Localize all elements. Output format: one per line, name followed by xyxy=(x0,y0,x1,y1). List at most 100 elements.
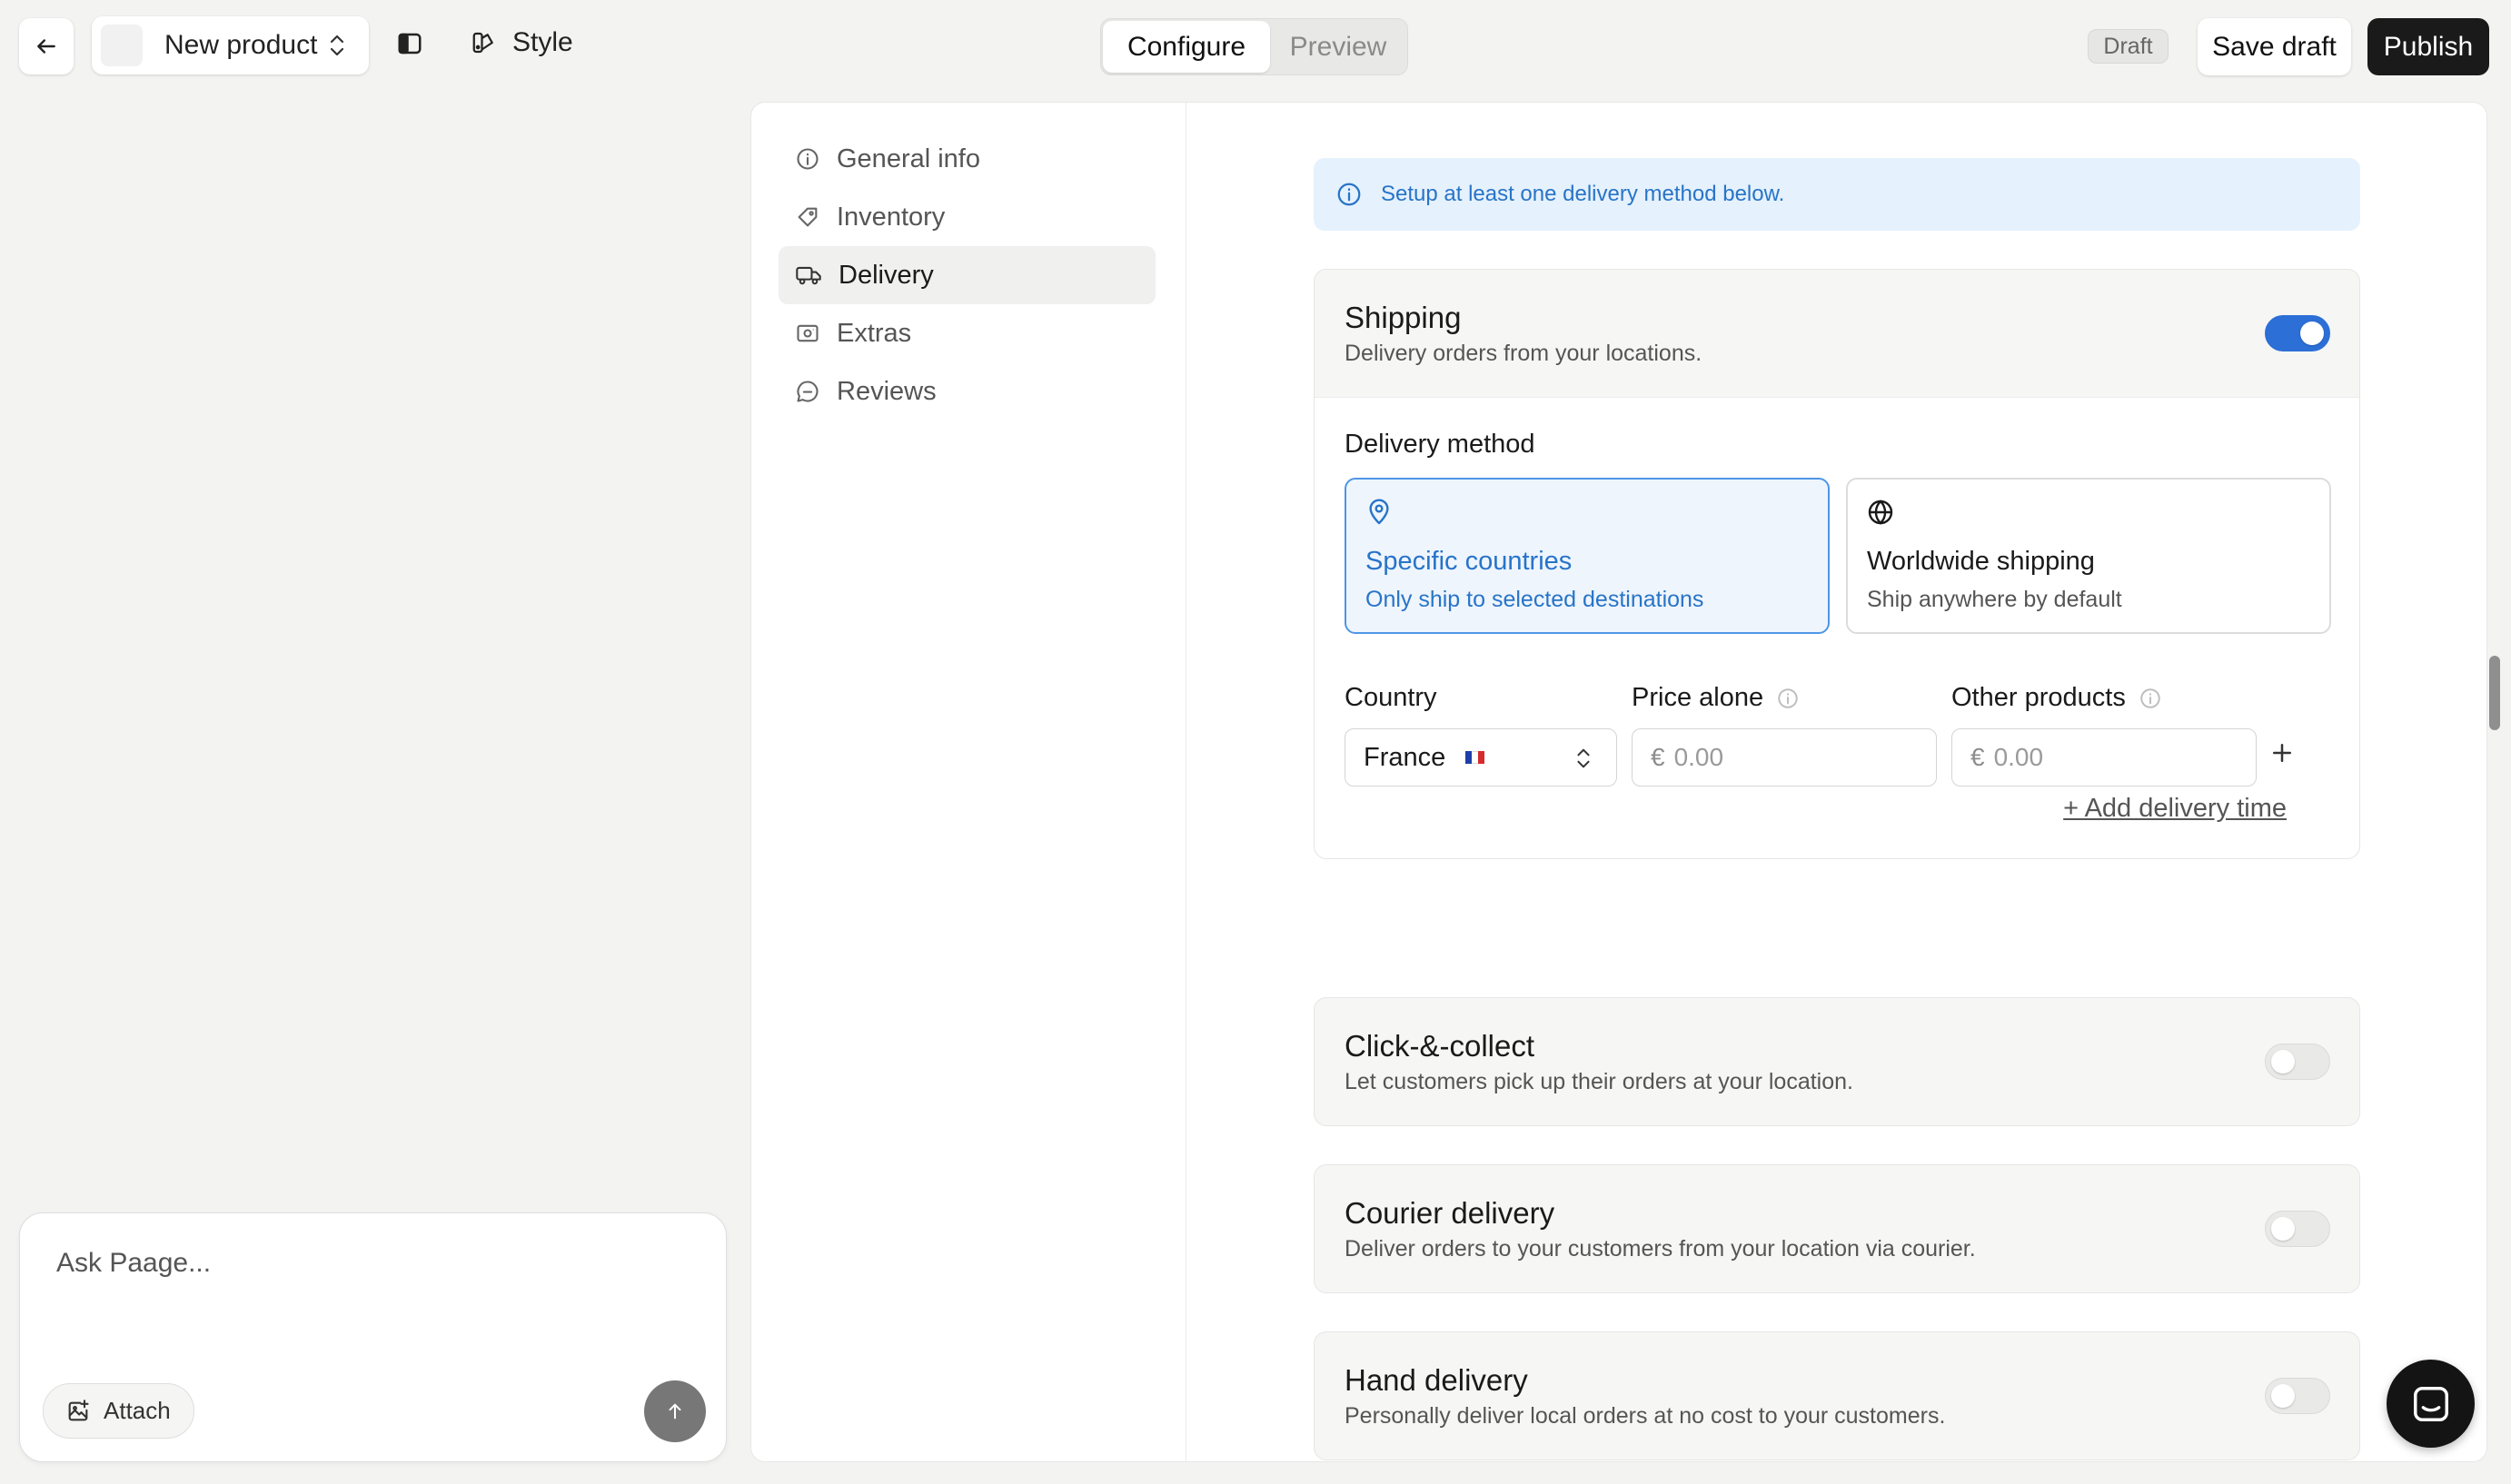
tag-icon xyxy=(798,207,818,227)
chevron-up-down-icon xyxy=(1577,748,1590,768)
method-subtitle: Deliver orders to your customers from yo… xyxy=(1345,1236,1976,1261)
arrow-left-icon xyxy=(37,39,55,54)
courier-delivery-card: Courier delivery Deliver orders to your … xyxy=(1314,1164,2360,1293)
style-label: Style xyxy=(512,27,573,57)
other-products-label: Other products xyxy=(1951,683,2126,712)
hand-delivery-header: Hand delivery Personally deliver local o… xyxy=(1315,1332,2359,1459)
style-button[interactable]: Style xyxy=(471,27,573,58)
chat-bubble-icon xyxy=(797,381,819,402)
info-hint-icon[interactable] xyxy=(1776,687,1800,710)
option-title: Worldwide shipping xyxy=(1867,547,2095,576)
country-select[interactable]: France xyxy=(1345,728,1617,787)
chat-support-icon xyxy=(2413,1386,2448,1421)
chat-input[interactable] xyxy=(56,1248,674,1279)
chevron-up-down-icon xyxy=(331,35,344,56)
arrow-up-icon xyxy=(669,1403,681,1420)
add-delivery-time-link[interactable]: + Add delivery time xyxy=(2023,794,2287,824)
click-collect-header: Click-&-collect Let customers pick up th… xyxy=(1315,998,2359,1125)
option-subtitle: Only ship to selected destinations xyxy=(1365,587,1704,612)
product-selector[interactable]: New product xyxy=(92,16,369,74)
product-thumbnail xyxy=(101,25,143,66)
globe-icon xyxy=(1868,500,1893,525)
method-subtitle: Personally deliver local orders at no co… xyxy=(1345,1403,1946,1429)
courier-delivery-header: Courier delivery Deliver orders to your … xyxy=(1315,1165,2359,1292)
view-mode-switch: Configure Preview xyxy=(1100,18,1408,75)
toggle-knob xyxy=(2271,1384,2295,1408)
send-button[interactable] xyxy=(644,1380,706,1442)
option-title: Specific countries xyxy=(1365,547,1573,576)
info-hint-icon[interactable] xyxy=(2139,687,2162,710)
banner-text: Setup at least one delivery method below… xyxy=(1381,182,1785,206)
nav-item-reviews[interactable]: Reviews xyxy=(779,362,1156,420)
nav-item-delivery[interactable]: Delivery xyxy=(779,246,1156,304)
country-label: Country xyxy=(1345,683,1437,712)
shipping-toggle[interactable] xyxy=(2265,315,2330,351)
add-country-row-button[interactable] xyxy=(2268,739,2296,767)
courier-delivery-toggle[interactable] xyxy=(2265,1211,2330,1247)
country-column-label: Country xyxy=(1345,683,1437,713)
plus-icon xyxy=(2273,744,2291,762)
currency-symbol: € xyxy=(1970,743,1985,771)
attach-label: Attach xyxy=(104,1397,171,1424)
tab-preview[interactable]: Preview xyxy=(1272,21,1404,73)
shipping-subtitle: Delivery orders from your locations. xyxy=(1345,341,1702,366)
product-name: New product xyxy=(164,30,318,60)
help-chat-button[interactable] xyxy=(2387,1360,2475,1448)
image-add-icon xyxy=(68,1399,89,1420)
country-value: France xyxy=(1364,742,1446,772)
shipping-title: Shipping xyxy=(1345,301,1462,334)
shipping-card: Shipping Delivery orders from your locat… xyxy=(1314,269,2360,859)
method-title: Click-&-collect xyxy=(1345,1029,1535,1063)
other-products-input[interactable]: € xyxy=(1951,728,2257,787)
product-editor-panel: General info Inventory Delivery Extras R… xyxy=(750,102,2487,1462)
currency-symbol: € xyxy=(1651,743,1665,771)
delivery-method-label: Delivery method xyxy=(1345,430,1535,459)
info-banner: Setup at least one delivery method below… xyxy=(1314,158,2360,231)
status-badge: Draft xyxy=(2088,29,2169,64)
option-subtitle: Ship anywhere by default xyxy=(1867,587,2122,612)
price-alone-column-label: Price alone xyxy=(1632,683,1800,713)
back-button[interactable] xyxy=(19,18,74,74)
price-alone-field[interactable] xyxy=(1673,743,1856,772)
price-alone-input[interactable]: € xyxy=(1632,728,1937,787)
toggle-knob xyxy=(2271,1050,2295,1073)
nav-item-general-info[interactable]: General info xyxy=(779,130,1156,188)
ai-chat-box: Attach xyxy=(19,1212,727,1462)
method-title: Courier delivery xyxy=(1345,1196,1555,1230)
option-worldwide-shipping[interactable]: Worldwide shipping Ship anywhere by defa… xyxy=(1846,478,2331,634)
info-icon xyxy=(1337,183,1361,206)
toggle-knob xyxy=(2300,322,2324,345)
hand-delivery-toggle[interactable] xyxy=(2265,1378,2330,1414)
nav-item-label: General info xyxy=(837,143,980,173)
method-title: Hand delivery xyxy=(1345,1363,1528,1397)
click-collect-toggle[interactable] xyxy=(2265,1044,2330,1080)
price-alone-label: Price alone xyxy=(1632,683,1764,712)
france-flag-icon xyxy=(1465,751,1485,764)
scrollbar-thumb[interactable] xyxy=(2489,656,2500,730)
publish-button[interactable]: Publish xyxy=(2367,18,2489,75)
palette-swatch-icon xyxy=(472,32,493,54)
nav-item-extras[interactable]: Extras xyxy=(779,304,1156,362)
nav-item-label: Reviews xyxy=(837,376,937,406)
section-nav: General info Inventory Delivery Extras R… xyxy=(779,130,1156,420)
click-collect-card: Click-&-collect Let customers pick up th… xyxy=(1314,997,2360,1126)
nav-item-label: Extras xyxy=(837,318,912,348)
hand-delivery-card: Hand delivery Personally deliver local o… xyxy=(1314,1331,2360,1460)
other-products-field[interactable] xyxy=(1993,743,2176,772)
toggle-knob xyxy=(2271,1217,2295,1241)
save-draft-button[interactable]: Save draft xyxy=(2198,18,2351,75)
nav-item-inventory[interactable]: Inventory xyxy=(779,188,1156,246)
toggle-sidebar-button[interactable] xyxy=(396,30,423,57)
option-specific-countries[interactable]: Specific countries Only ship to selected… xyxy=(1345,478,1830,634)
nav-item-label: Delivery xyxy=(839,260,934,290)
tab-configure[interactable]: Configure xyxy=(1103,21,1270,73)
shipping-header: Shipping Delivery orders from your locat… xyxy=(1315,270,2359,397)
truck-icon xyxy=(796,266,821,285)
sidebar-panel-icon xyxy=(398,33,422,54)
map-pin-icon xyxy=(1369,499,1389,525)
attach-button[interactable]: Attach xyxy=(43,1383,194,1439)
other-products-column-label: Other products xyxy=(1951,683,2162,713)
shipping-body: Delivery method Specific countries Only … xyxy=(1315,397,2359,858)
method-subtitle: Let customers pick up their orders at yo… xyxy=(1345,1069,1853,1094)
camera-icon xyxy=(797,324,819,342)
